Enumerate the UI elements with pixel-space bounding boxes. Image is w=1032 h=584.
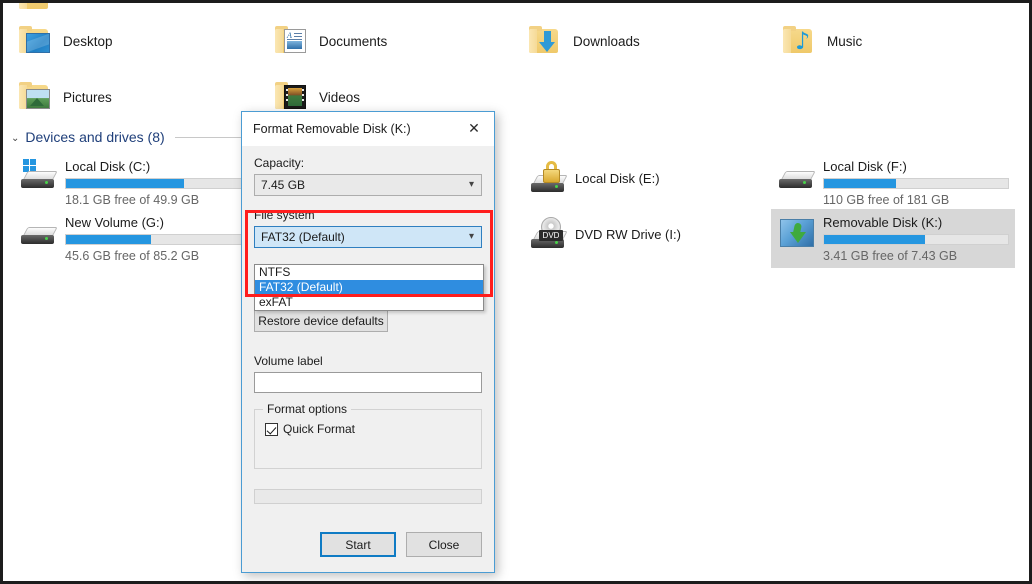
folder-shortcut-music[interactable]: ♪ Music	[781, 19, 862, 63]
drive-free-space: 45.6 GB free of 85.2 GB	[65, 249, 200, 263]
folder-label: Documents	[319, 33, 388, 49]
dialog-button-row: Start Close	[254, 532, 482, 557]
folder-label: Videos	[319, 89, 361, 105]
drive-item-new-volume-g[interactable]: New Volume (G:) 45.6 GB free of 85.2 GB	[13, 209, 257, 268]
start-button[interactable]: Start	[320, 532, 396, 557]
drive-free-space: 3.41 GB free of 7.43 GB	[823, 249, 958, 263]
folder-shortcut-pictures[interactable]: Pictures	[17, 75, 112, 119]
capacity-select[interactable]: 7.45 GB ▾	[254, 174, 482, 196]
drive-item-local-disk-e[interactable]: Local Disk (E:)	[523, 157, 666, 208]
file-system-select[interactable]: FAT32 (Default) ▾	[254, 226, 482, 248]
chevron-down-icon: ▾	[468, 231, 474, 242]
dialog-title: Format Removable Disk (K:)	[253, 122, 411, 136]
folder-label: Desktop	[63, 33, 113, 49]
explorer-window: Desktop A Documents Downloads ♪ Music Pi…	[3, 3, 1029, 581]
file-system-dropdown-list[interactable]: NTFS FAT32 (Default) exFAT	[254, 264, 484, 311]
locked-drive-icon	[527, 161, 571, 203]
chevron-down-icon: ⌄	[11, 132, 20, 144]
quick-format-row[interactable]: Quick Format	[265, 422, 481, 436]
folder-documents-icon: A	[273, 24, 307, 58]
drive-usage-bar	[823, 178, 1009, 189]
volume-label-label: Volume label	[254, 354, 323, 368]
drive-item-removable-disk-k[interactable]: Removable Disk (K:) 3.41 GB free of 7.43…	[771, 209, 1015, 268]
group-header-devices-and-drives[interactable]: ⌄ Devices and drives (8)	[11, 129, 279, 145]
file-system-label: File system	[254, 208, 315, 222]
drive-item-local-disk-c[interactable]: Local Disk (C:) 18.1 GB free of 49.9 GB	[13, 153, 257, 212]
drive-name: Removable Disk (K:)	[823, 215, 943, 230]
quick-format-checkbox[interactable]	[265, 422, 278, 436]
hard-drive-icon	[17, 213, 61, 255]
drive-free-space: 110 GB free of 181 GB	[823, 193, 950, 207]
folder-icon	[17, 3, 51, 14]
folder-label: Music	[827, 33, 863, 49]
drive-usage-bar	[823, 234, 1009, 245]
format-dialog: Format Removable Disk (K:) ✕ Capacity: 7…	[241, 111, 495, 573]
drive-name: Local Disk (C:)	[65, 159, 151, 174]
quick-format-label: Quick Format	[283, 422, 356, 436]
folder-music-icon: ♪	[781, 24, 815, 58]
group-header-label: Devices and drives (8)	[25, 129, 165, 145]
close-button[interactable]: Close	[406, 532, 482, 557]
volume-label-input[interactable]	[254, 372, 482, 393]
restore-device-defaults-button[interactable]: Restore device defaults	[254, 310, 388, 332]
dvd-drive-icon: DVD	[527, 217, 571, 259]
drive-item-local-disk-f[interactable]: Local Disk (F:) 110 GB free of 181 GB	[771, 153, 1015, 212]
folder-videos-icon	[273, 80, 307, 114]
folder-shortcut-documents[interactable]: A Documents	[273, 19, 387, 63]
dropdown-option-ntfs[interactable]: NTFS	[255, 265, 483, 280]
capacity-value: 7.45 GB	[261, 178, 306, 192]
drive-name: Local Disk (F:)	[823, 159, 907, 174]
capacity-label: Capacity:	[254, 156, 305, 170]
drive-name: DVD RW Drive (I:)	[575, 227, 681, 242]
folder-downloads-icon	[527, 24, 561, 58]
close-icon[interactable]: ✕	[454, 114, 494, 144]
folder-label: Downloads	[573, 33, 640, 49]
folder-shortcut-desktop[interactable]: Desktop	[17, 19, 113, 63]
dropdown-option-fat32[interactable]: FAT32 (Default)	[255, 280, 483, 295]
dropdown-option-exfat[interactable]: exFAT	[255, 295, 483, 310]
drive-name: New Volume (G:)	[65, 215, 164, 230]
drive-usage-bar	[65, 178, 251, 189]
folder-shortcut-downloads[interactable]: Downloads	[527, 19, 640, 63]
drive-name: Local Disk (E:)	[575, 171, 660, 186]
file-system-value: FAT32 (Default)	[261, 230, 345, 244]
drive-usage-bar	[65, 234, 251, 245]
hard-drive-icon	[775, 157, 819, 199]
chevron-down-icon: ▾	[468, 179, 474, 190]
format-options-title: Format options	[263, 402, 352, 416]
windows-drive-icon	[17, 157, 61, 199]
dialog-body: Capacity: 7.45 GB ▾ File system FAT32 (D…	[242, 146, 494, 557]
format-options-group: Format options Quick Format	[254, 402, 482, 469]
folder-shortcut-cutoff	[17, 3, 51, 19]
format-progress-bar	[254, 489, 482, 504]
dialog-titlebar: Format Removable Disk (K:) ✕	[242, 112, 494, 146]
drive-free-space: 18.1 GB free of 49.9 GB	[65, 193, 200, 207]
drive-item-dvd-rw-drive-i[interactable]: DVD DVD RW Drive (I:)	[523, 213, 687, 264]
removable-disk-icon	[775, 213, 819, 255]
explorer-content: Desktop A Documents Downloads ♪ Music Pi…	[3, 3, 1029, 581]
folder-label: Pictures	[63, 89, 112, 105]
folder-desktop-icon	[17, 24, 51, 58]
folder-pictures-icon	[17, 80, 51, 114]
